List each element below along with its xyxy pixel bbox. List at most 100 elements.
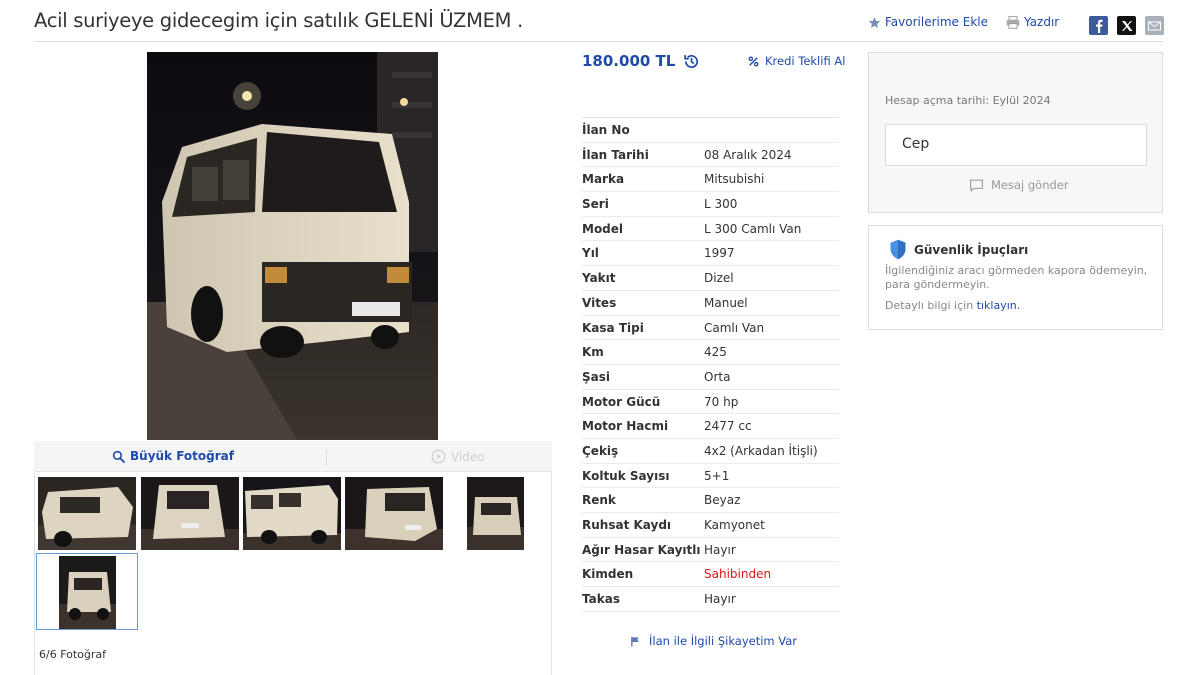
- thumbnail-4[interactable]: [345, 477, 443, 550]
- spec-value: 70 hp: [704, 394, 739, 409]
- spec-label: İlan Tarihi: [582, 147, 649, 162]
- spec-row-koltuk-sayisi: Koltuk Sayısı 5+1: [582, 464, 839, 489]
- spec-value: Beyaz: [704, 493, 741, 508]
- thumbnail-2[interactable]: [141, 477, 239, 550]
- print-button[interactable]: Yazdır: [1006, 15, 1059, 29]
- spec-row-renk: Renk Beyaz: [582, 488, 839, 513]
- spec-row-vites: Vites Manuel: [582, 291, 839, 316]
- thumbnail-3[interactable]: [243, 477, 341, 550]
- spec-label: Ağır Hasar Kayıtlı: [582, 542, 701, 557]
- spec-label: Kimden: [582, 567, 634, 582]
- spec-label: Motor Hacmi: [582, 419, 669, 434]
- message-icon: [970, 179, 983, 192]
- price-value: 180.000 TL: [582, 52, 676, 70]
- spec-row-ilan-no: İlan No: [582, 118, 839, 143]
- spec-value: Kamyonet: [704, 518, 765, 532]
- spec-value: Sahibinden: [704, 567, 772, 582]
- spec-label: İlan No: [582, 123, 630, 137]
- spec-row-marka: Marka Mitsubishi: [582, 167, 839, 193]
- x-icon[interactable]: [1117, 16, 1136, 35]
- spec-label: Kasa Tipi: [582, 320, 644, 335]
- send-message-label: Mesaj gönder: [991, 178, 1069, 192]
- spec-label: Ruhsat Kaydı: [582, 518, 672, 532]
- spec-row-takas: Takas Hayır: [582, 587, 839, 612]
- phone-button[interactable]: Cep: [885, 124, 1147, 166]
- add-favorites-label: Favorilerime Ekle: [885, 15, 988, 29]
- spec-label: Koltuk Sayısı: [582, 468, 670, 483]
- spec-label: Vites: [582, 295, 617, 310]
- safety-tips-text: İlgilendiğiniz aracı görmeden kapora öde…: [885, 264, 1148, 291]
- spec-row-seri: Seri L 300: [582, 192, 839, 217]
- safety-tips-title: Güvenlik İpuçları: [914, 242, 1029, 257]
- spec-value: 5+1: [704, 468, 730, 483]
- spec-label: Çekiş: [582, 443, 619, 458]
- spec-row-motor-hacmi: Motor Hacmi 2477 cc: [582, 414, 839, 439]
- header-divider: [34, 41, 1163, 42]
- spec-row-ilan-tarihi: İlan Tarihi 08 Aralık 2024: [582, 143, 839, 168]
- magnifier-icon: [112, 450, 125, 463]
- spec-value: 4x2 (Arkadan İtişli): [704, 443, 818, 458]
- spec-value: 2477 cc: [704, 419, 752, 434]
- report-listing-button[interactable]: İlan ile İlgili Şikayetim Var: [630, 634, 797, 648]
- safety-detail-prefix: Detaylı bilgi için: [885, 299, 974, 312]
- seller-panel: Hesap açma tarihi: Eylül 2024 Cep Mesaj …: [868, 52, 1163, 213]
- spec-value: L 300: [704, 197, 738, 212]
- video-button: Video: [431, 449, 485, 464]
- spec-row-cekis: Çekiş 4x2 (Arkadan İtişli): [582, 439, 839, 464]
- spec-value: Hayır: [704, 592, 736, 607]
- video-label: Video: [451, 449, 485, 464]
- spec-label: Motor Gücü: [582, 394, 661, 409]
- spec-label: Yakıt: [582, 271, 616, 286]
- print-label: Yazdır: [1024, 15, 1060, 29]
- percent-icon: [748, 56, 759, 66]
- spec-value: Manuel: [704, 295, 748, 310]
- loan-offer-button[interactable]: Kredi Teklifi Al: [747, 54, 845, 68]
- big-photo-label: Büyük Fotoğraf: [130, 449, 234, 463]
- spec-row-ruhsat-kaydi: Ruhsat Kaydı Kamyonet: [582, 513, 839, 538]
- photo-toolbar: Büyük Fotoğraf Video: [34, 441, 552, 472]
- spec-row-yil: Yıl 1997: [582, 241, 839, 267]
- spec-value: L 300 Camlı Van: [704, 221, 802, 236]
- spec-label: Yıl: [582, 246, 599, 261]
- send-message-button[interactable]: Mesaj gönder: [969, 178, 1069, 192]
- spec-label: Marka: [582, 172, 625, 187]
- safety-detail-link[interactable]: tıklayın.: [977, 299, 1021, 312]
- spec-row-kimden: Kimden Sahibinden: [582, 562, 839, 588]
- safety-detail-line: Detaylı bilgi için tıklayın.: [885, 299, 1020, 312]
- play-icon: [431, 449, 446, 464]
- thumbnail-1[interactable]: [38, 477, 136, 550]
- spec-value: 425: [704, 345, 727, 360]
- spec-value: Mitsubishi: [704, 172, 765, 187]
- thumbnail-6-selected[interactable]: [36, 553, 138, 630]
- spec-value: Dizel: [704, 271, 734, 286]
- safety-tips-panel: Güvenlik İpuçları İlgilendiğiniz aracı g…: [868, 225, 1163, 330]
- star-icon: [868, 16, 881, 28]
- loan-offer-label: Kredi Teklifi Al: [765, 54, 846, 68]
- spec-value: Orta: [704, 369, 731, 384]
- spec-label: Km: [582, 345, 604, 360]
- spec-label: Renk: [582, 493, 616, 508]
- toolbar-separator: [326, 449, 327, 465]
- mail-icon[interactable]: [1145, 16, 1164, 35]
- spec-label: Şasi: [582, 369, 610, 384]
- spec-value: 08 Aralık 2024: [704, 147, 792, 162]
- report-listing-label: İlan ile İlgili Şikayetim Var: [649, 634, 798, 648]
- spec-row-motor-gucu: Motor Gücü 70 hp: [582, 390, 839, 415]
- add-favorites-button[interactable]: Favorilerime Ekle: [868, 15, 988, 29]
- photo-counter: 6/6 Fotoğraf: [39, 648, 107, 661]
- listing-title: Acil suriyeye gidecegim için satılık GEL…: [34, 9, 523, 32]
- big-photo-button[interactable]: Büyük Fotoğraf: [112, 449, 234, 463]
- spec-row-model: Model L 300 Camlı Van: [582, 217, 839, 242]
- main-vehicle-photo[interactable]: [147, 52, 438, 440]
- thumbnail-5[interactable]: [467, 477, 524, 550]
- spec-value: Hayır: [704, 542, 736, 557]
- spec-label: Model: [582, 221, 624, 236]
- shield-icon: [890, 239, 906, 260]
- spec-row-km: Km 425: [582, 340, 839, 365]
- spec-value: 1997: [704, 246, 735, 261]
- facebook-icon[interactable]: [1089, 16, 1108, 35]
- printer-icon: [1006, 15, 1020, 29]
- vehicle-spec-table: İlan No İlan Tarihi 08 Aralık 2024 Marka M…: [582, 117, 839, 612]
- spec-row-sasi: Şasi Orta: [582, 365, 839, 390]
- price-history-icon[interactable]: [683, 53, 700, 70]
